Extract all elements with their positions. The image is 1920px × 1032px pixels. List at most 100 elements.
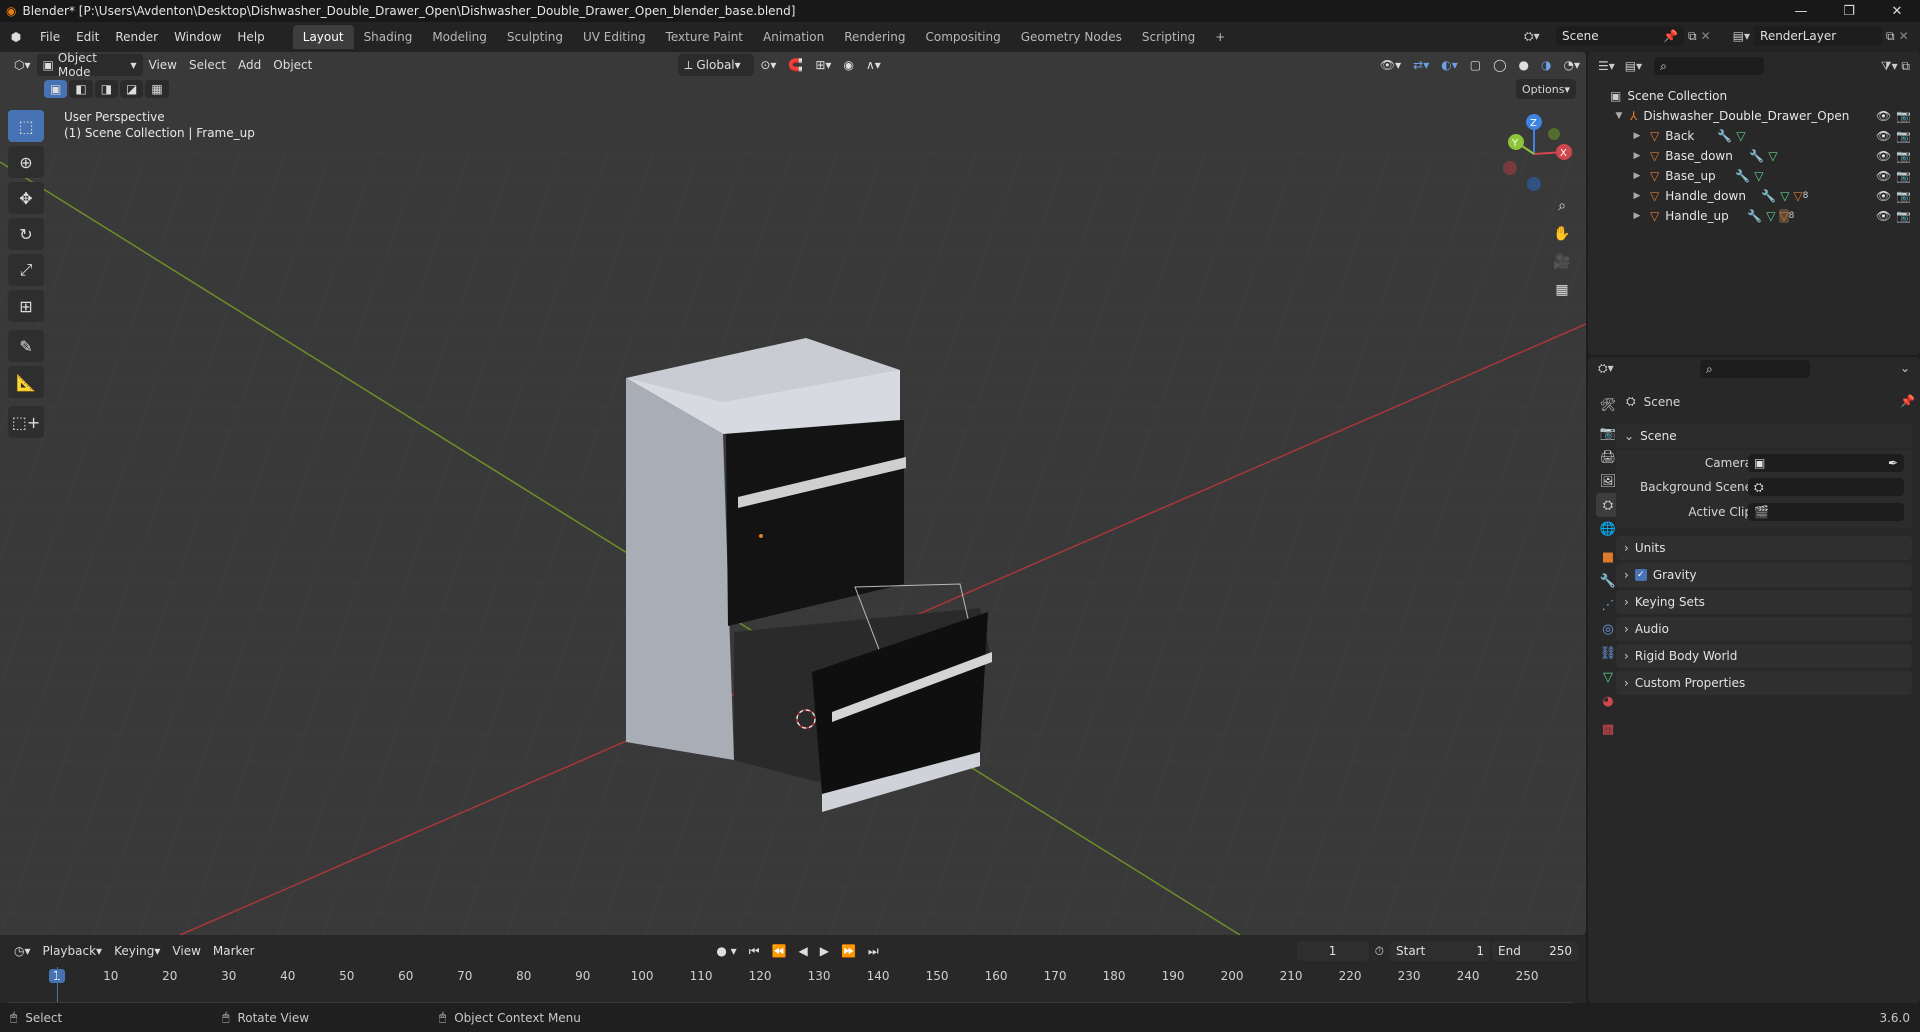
timeline-editor-icon[interactable]: ◷▾ — [8, 940, 37, 962]
keying-sets-panel[interactable]: › Keying Sets — [1616, 590, 1912, 614]
mesh-data-icon[interactable]: ▽ — [1780, 189, 1789, 203]
close-button[interactable]: ✕ — [1874, 0, 1920, 22]
tab-uv-editing[interactable]: UV Editing — [573, 25, 656, 49]
annotate-tool-icon[interactable]: ✎ — [8, 330, 44, 362]
3d-viewport[interactable]: User Perspective (1) Scene Collection | … — [0, 52, 1586, 935]
expand-chevron-icon[interactable]: ▶ — [1630, 131, 1644, 141]
overlay-toggle-icon[interactable]: ◐▾ — [1435, 54, 1464, 76]
outliner-search-input[interactable]: ⌕ — [1654, 57, 1765, 75]
current-frame-field[interactable]: 1 — [1296, 941, 1369, 961]
rigid-body-world-panel[interactable]: › Rigid Body World — [1616, 644, 1912, 668]
modifier-wrench-icon[interactable]: 🔧 — [1717, 129, 1732, 143]
select-box-tool-icon[interactable]: ⬚ — [8, 110, 44, 142]
pin-icon[interactable]: 📌 — [1663, 29, 1678, 43]
outliner-row-base-down[interactable]: ▶ ▽ Base_down 🔧 ▽ 👁 📷 — [1588, 146, 1920, 166]
select-extend-icon[interactable]: ◧ — [69, 80, 93, 98]
eye-icon[interactable]: 👁 — [1876, 209, 1891, 223]
menu-timeline-view[interactable]: View — [166, 940, 206, 962]
tab-scripting[interactable]: Scripting — [1132, 25, 1205, 49]
camera-icon[interactable]: 📷 — [1896, 129, 1911, 143]
jump-start-icon[interactable]: ⏮ — [743, 940, 766, 962]
view-layer-selector[interactable]: RenderLayer — [1754, 26, 1883, 46]
select-intersect-icon[interactable]: ▦ — [145, 80, 169, 98]
transform-orientation-dropdown[interactable]: ⟂ Global ▾ — [678, 54, 755, 76]
pivot-icon[interactable]: ⊙▾ — [754, 54, 782, 76]
prev-keyframe-icon[interactable]: ⏪ — [766, 940, 793, 962]
eye-icon[interactable]: 👁 — [1876, 129, 1891, 143]
outliner-row-scene-collection[interactable]: ▣ Scene Collection — [1588, 86, 1920, 106]
select-new-icon[interactable]: ▣ — [44, 80, 68, 98]
new-view-layer-icon[interactable]: ⧉ — [1886, 29, 1895, 44]
select-invert-icon[interactable]: ◪ — [120, 80, 144, 98]
tab-shading[interactable]: Shading — [354, 25, 423, 49]
tab-modeling[interactable]: Modeling — [422, 25, 497, 49]
tab-animation[interactable]: Animation — [753, 25, 834, 49]
camera-icon[interactable]: 📷 — [1896, 209, 1911, 223]
menu-render[interactable]: Render — [107, 26, 166, 48]
menu-keying[interactable]: Keying ▾ — [108, 940, 166, 962]
expand-chevron-icon[interactable]: ▶ — [1630, 171, 1644, 181]
active-clip-field[interactable]: 🎬 — [1748, 503, 1904, 521]
gizmo-toggle-icon[interactable]: ⇄▾ — [1407, 54, 1435, 76]
menu-object[interactable]: Object — [267, 54, 318, 76]
mesh-data-icon[interactable]: ▽ — [1768, 149, 1777, 163]
outliner-row-back[interactable]: ▶ ▽ Back 🔧 ▽ 👁 📷 — [1588, 126, 1920, 146]
end-frame-field[interactable]: End 250 — [1492, 941, 1578, 961]
start-frame-field[interactable]: Start 1 — [1390, 941, 1490, 961]
options-dropdown[interactable]: Options ▾ — [1516, 79, 1576, 99]
outliner-editor-icon[interactable]: ☰▾ — [1598, 59, 1615, 73]
xray-icon[interactable]: ▢ — [1464, 54, 1487, 76]
camera-icon[interactable]: 📷 — [1896, 149, 1911, 163]
tab-layout[interactable]: Layout — [292, 25, 354, 49]
camera-icon[interactable]: 📷 — [1896, 189, 1911, 203]
wireframe-shading-icon[interactable]: ◯ — [1487, 54, 1512, 76]
mesh-data-icon[interactable]: ▽ — [1766, 209, 1775, 223]
child-objects-icon[interactable]: ▽ — [1793, 189, 1802, 203]
expand-chevron-icon[interactable]: ▶ — [1630, 151, 1644, 161]
background-scene-field[interactable]: ⛭ — [1748, 478, 1904, 496]
custom-properties-panel[interactable]: › Custom Properties — [1616, 671, 1912, 695]
outliner-row-handle-up[interactable]: ▶ ▽ Handle_up 🔧 ▽ ▽ 8 👁 📷 — [1588, 206, 1920, 226]
visibility-icon[interactable]: 👁▾ — [1374, 54, 1407, 76]
delete-view-layer-icon[interactable]: ✕ — [1899, 29, 1909, 43]
menu-help[interactable]: Help — [229, 26, 272, 48]
menu-playback[interactable]: Playback ▾ — [37, 940, 109, 962]
new-scene-icon[interactable]: ⧉ — [1688, 29, 1697, 44]
tab-rendering[interactable]: Rendering — [834, 25, 915, 49]
pan-hand-icon[interactable]: ✋ — [1548, 220, 1576, 248]
select-subtract-icon[interactable]: ◨ — [94, 80, 119, 98]
units-panel[interactable]: › Units — [1616, 536, 1912, 560]
jump-end-icon[interactable]: ⏭ — [862, 940, 885, 962]
tool-tab-icon[interactable]: 🛠 — [1596, 393, 1620, 417]
solid-shading-icon[interactable]: ● — [1513, 54, 1535, 76]
tab-geometry-nodes[interactable]: Geometry Nodes — [1011, 25, 1132, 49]
expand-chevron-icon[interactable]: ▶ — [1630, 191, 1644, 201]
tab-sculpting[interactable]: Sculpting — [497, 25, 573, 49]
play-reverse-icon[interactable]: ◀ — [792, 940, 813, 962]
next-keyframe-icon[interactable]: ⏩ — [835, 940, 862, 962]
properties-editor-icon[interactable]: ⛭▾ — [1598, 361, 1614, 376]
perspective-grid-icon[interactable]: ▦ — [1548, 276, 1576, 304]
mesh-data-icon[interactable]: ▽ — [1736, 129, 1745, 143]
tab-compositing[interactable]: Compositing — [915, 25, 1010, 49]
cursor-tool-icon[interactable]: ⊕ — [8, 146, 44, 178]
camera-icon[interactable]: 📷 — [1896, 169, 1911, 183]
outliner-row-base-up[interactable]: ▶ ▽ Base_up 🔧 ▽ 👁 📷 — [1588, 166, 1920, 186]
outliner-row-handle-down[interactable]: ▶ ▽ Handle_down 🔧 ▽ ▽ 8 👁 📷 — [1588, 186, 1920, 206]
modifier-wrench-icon[interactable]: 🔧 — [1761, 189, 1776, 203]
gravity-panel[interactable]: › ✓ Gravity — [1616, 563, 1912, 587]
texture-tab-icon[interactable]: ▩ — [1596, 717, 1620, 741]
properties-options-icon[interactable]: ⌄ — [1900, 361, 1910, 375]
camera-icon[interactable]: 📷 — [1896, 109, 1911, 123]
menu-file[interactable]: File — [32, 26, 68, 48]
rendered-shading-icon[interactable]: ◔▾ — [1558, 54, 1587, 76]
zoom-icon[interactable]: ⌕ — [1548, 192, 1576, 220]
menu-view[interactable]: View — [143, 54, 183, 76]
scene-icon[interactable]: ⛭▾ — [1524, 29, 1552, 44]
material-shading-icon[interactable]: ◑ — [1535, 54, 1557, 76]
child-objects-icon[interactable]: ▽ — [1779, 209, 1789, 223]
modifier-wrench-icon[interactable]: 🔧 — [1747, 209, 1762, 223]
autokey-record-icon[interactable]: ● ▾ — [710, 940, 742, 962]
eye-icon[interactable]: 👁 — [1876, 149, 1891, 163]
audio-panel[interactable]: › Audio — [1616, 617, 1912, 641]
